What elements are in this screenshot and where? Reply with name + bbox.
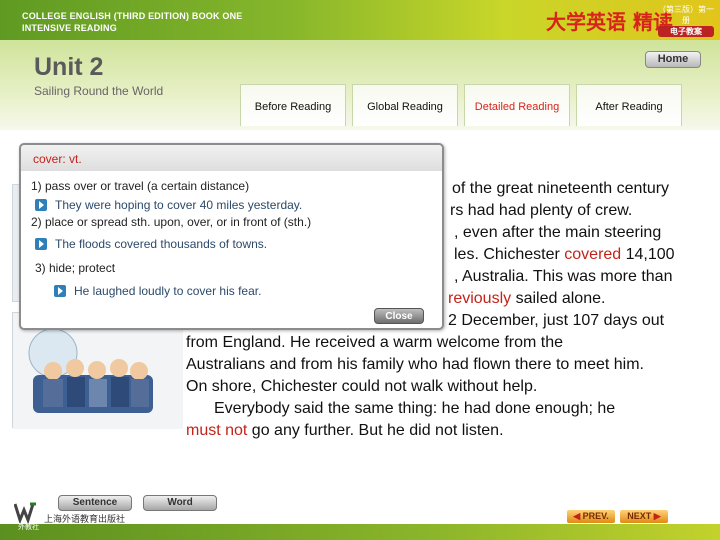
chinese-title: 大学英语 精读 bbox=[546, 10, 673, 34]
publisher-logo bbox=[13, 502, 40, 525]
prev-arrow-icon: ◀ bbox=[573, 511, 581, 521]
next-button[interactable]: NEXT ▶ bbox=[620, 510, 668, 523]
unit-title: Unit 2 bbox=[34, 53, 104, 81]
sentence-button[interactable]: Sentence bbox=[58, 495, 132, 511]
tab-detailed-reading[interactable]: Detailed Reading bbox=[464, 84, 570, 126]
course-title: COLLEGE ENGLISH (THIRD EDITION) BOOK ONE… bbox=[22, 10, 243, 34]
example-1-text: They were hoping to cover 40 miles yeste… bbox=[55, 198, 303, 212]
next-label: NEXT bbox=[627, 511, 652, 521]
play-example-icon[interactable] bbox=[54, 285, 66, 297]
tab-before-reading[interactable]: Before Reading bbox=[240, 84, 346, 126]
unit-subtitle: Sailing Round the World bbox=[34, 84, 164, 98]
course-line2: INTENSIVE READING bbox=[22, 23, 117, 33]
course-line1: COLLEGE ENGLISH (THIRD EDITION) BOOK ONE bbox=[22, 11, 243, 21]
example-3[interactable]: He laughed loudly to cover his fear. bbox=[54, 284, 262, 298]
definition-3: 3) hide; protect bbox=[35, 261, 116, 275]
passage-line: On shore, Chichester could not walk with… bbox=[186, 378, 538, 395]
popup-word: cover: vt. bbox=[33, 152, 82, 166]
example-1[interactable]: They were hoping to cover 40 miles yeste… bbox=[35, 198, 303, 212]
passage-text: go any further. But he did not listen. bbox=[247, 422, 504, 439]
passage-line: must not go any further. But he did not … bbox=[186, 420, 694, 442]
vocab-must-not[interactable]: must not bbox=[186, 422, 247, 439]
chinese-subtitle: （第三版）第一册 电子教案 bbox=[658, 4, 714, 37]
top-banner: COLLEGE ENGLISH (THIRD EDITION) BOOK ONE… bbox=[0, 0, 720, 40]
passage-text: les. Chichester bbox=[454, 246, 565, 263]
passage-text: sailed alone. bbox=[511, 290, 606, 307]
play-example-icon[interactable] bbox=[35, 238, 47, 250]
vocab-cover[interactable]: covered bbox=[564, 246, 621, 263]
cn-sub-line1: （第三版）第一册 bbox=[658, 5, 714, 25]
example-3-text: He laughed loudly to cover his fear. bbox=[74, 284, 262, 298]
publisher-name: 上海外语教育出版社 bbox=[44, 515, 126, 525]
logo-caption: 外教社 bbox=[18, 523, 39, 531]
footer-bar bbox=[0, 524, 720, 540]
definition-1: 1) pass over or travel (a certain distan… bbox=[31, 179, 250, 193]
definition-2: 2) place or spread sth. upon, over, or i… bbox=[31, 215, 312, 229]
passage-line: Everybody said the same thing: he had do… bbox=[214, 400, 616, 417]
popup-header bbox=[21, 145, 442, 171]
prev-label: PREV. bbox=[582, 511, 609, 521]
passage-text: 14,100 bbox=[621, 246, 675, 263]
home-button[interactable]: Home bbox=[645, 51, 701, 68]
vocab-previously[interactable]: reviously bbox=[448, 290, 511, 307]
play-example-icon[interactable] bbox=[35, 199, 47, 211]
close-button[interactable]: Close bbox=[374, 308, 424, 324]
word-button[interactable]: Word bbox=[143, 495, 217, 511]
cn-sub-line2: 电子教案 bbox=[658, 26, 714, 37]
prev-button[interactable]: ◀ PREV. bbox=[567, 510, 615, 523]
tab-after-reading[interactable]: After Reading bbox=[576, 84, 682, 126]
vocab-popup: cover: vt. 1) pass over or travel (a cer… bbox=[19, 143, 444, 330]
passage-line: from England. He received a warm welcome… bbox=[186, 334, 564, 351]
next-arrow-icon: ▶ bbox=[653, 511, 661, 521]
example-2-text: The floods covered thousands of towns. bbox=[55, 237, 268, 251]
example-2[interactable]: The floods covered thousands of towns. bbox=[35, 237, 268, 251]
passage-line: Australians and from his family who had … bbox=[186, 356, 644, 373]
tab-global-reading[interactable]: Global Reading bbox=[352, 84, 458, 126]
